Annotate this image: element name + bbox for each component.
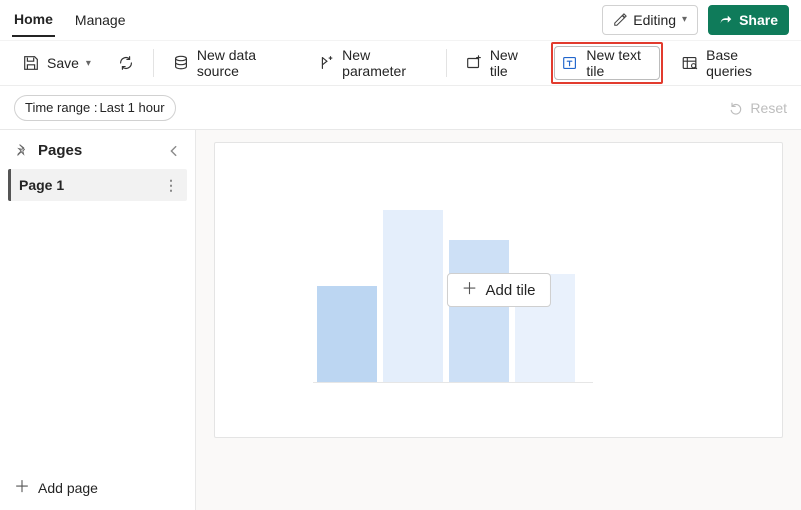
pin-icon bbox=[14, 143, 30, 159]
share-button[interactable]: Share bbox=[708, 5, 789, 35]
base-queries-button[interactable]: Base queries bbox=[673, 46, 787, 80]
new-tile-button[interactable]: New tile bbox=[457, 46, 542, 80]
placeholder-bar bbox=[449, 240, 509, 382]
home-toolbar: Save ▾ New data source New parameter New… bbox=[0, 40, 801, 86]
main-split: Pages Page 1 ⋮ ＋ Add page ＋ Add tile bbox=[0, 130, 801, 510]
refresh-icon bbox=[117, 54, 135, 72]
reset-label: Reset bbox=[750, 100, 787, 116]
dashboard-canvas[interactable]: ＋ Add tile bbox=[214, 142, 783, 438]
new-text-tile-label: New text tile bbox=[586, 47, 653, 79]
chevron-left-icon[interactable] bbox=[167, 144, 181, 158]
toolbar-divider bbox=[446, 49, 447, 77]
canvas-area: ＋ Add tile bbox=[196, 130, 801, 510]
page-item[interactable]: Page 1 ⋮ bbox=[8, 169, 187, 201]
share-icon bbox=[719, 13, 733, 27]
chevron-down-icon: ▾ bbox=[86, 58, 91, 69]
reset-button[interactable]: Reset bbox=[728, 100, 787, 116]
share-label: Share bbox=[739, 12, 778, 28]
add-tile-label: Add tile bbox=[485, 282, 535, 299]
placeholder-bar bbox=[383, 210, 443, 382]
time-range-bar: Time range : Last 1 hour Reset bbox=[0, 86, 801, 130]
plus-icon: ＋ bbox=[461, 282, 477, 298]
time-range-label: Time range : bbox=[25, 100, 98, 115]
editing-mode-label: Editing bbox=[633, 12, 676, 28]
placeholder-bar bbox=[317, 286, 377, 382]
add-tile-button[interactable]: ＋ Add tile bbox=[446, 273, 550, 307]
tab-strip: Home Manage bbox=[12, 0, 128, 39]
save-label: Save bbox=[47, 55, 79, 71]
base-queries-label: Base queries bbox=[706, 47, 779, 79]
text-tile-icon bbox=[561, 54, 579, 72]
plus-icon: ＋ bbox=[14, 480, 30, 496]
editing-mode-dropdown[interactable]: Editing ▾ bbox=[602, 5, 698, 35]
tab-manage[interactable]: Manage bbox=[73, 4, 128, 36]
new-data-source-label: New data source bbox=[197, 47, 291, 79]
parameter-icon bbox=[317, 54, 335, 72]
tab-home[interactable]: Home bbox=[12, 3, 55, 37]
new-tile-label: New tile bbox=[490, 47, 534, 79]
save-icon bbox=[22, 54, 40, 72]
new-data-source-button[interactable]: New data source bbox=[164, 46, 299, 80]
save-split-button[interactable]: Save ▾ bbox=[14, 46, 99, 80]
toolbar-divider bbox=[153, 49, 154, 77]
tile-icon bbox=[465, 54, 483, 72]
new-parameter-button[interactable]: New parameter bbox=[309, 46, 436, 80]
pages-header: Pages bbox=[8, 138, 187, 169]
new-text-tile-highlight: New text tile bbox=[551, 42, 663, 84]
page-item-label: Page 1 bbox=[19, 177, 64, 193]
add-page-label: Add page bbox=[38, 480, 98, 496]
time-range-pill[interactable]: Time range : Last 1 hour bbox=[14, 95, 176, 121]
pages-title: Pages bbox=[38, 142, 82, 159]
app-tabs-row: Home Manage Editing ▾ Share bbox=[0, 0, 801, 40]
top-right-actions: Editing ▾ Share bbox=[602, 5, 789, 35]
new-parameter-label: New parameter bbox=[342, 47, 428, 79]
new-text-tile-button[interactable]: New text tile bbox=[554, 46, 660, 80]
time-range-value: Last 1 hour bbox=[100, 100, 165, 115]
more-icon[interactable]: ⋮ bbox=[164, 177, 179, 194]
base-queries-icon bbox=[681, 54, 699, 72]
pencil-icon bbox=[613, 13, 627, 27]
refresh-button[interactable] bbox=[109, 46, 143, 80]
undo-icon bbox=[728, 100, 744, 116]
chevron-down-icon: ▾ bbox=[682, 14, 687, 25]
add-page-button[interactable]: ＋ Add page bbox=[8, 472, 187, 504]
pages-sidebar: Pages Page 1 ⋮ ＋ Add page bbox=[0, 130, 196, 510]
database-icon bbox=[172, 54, 190, 72]
